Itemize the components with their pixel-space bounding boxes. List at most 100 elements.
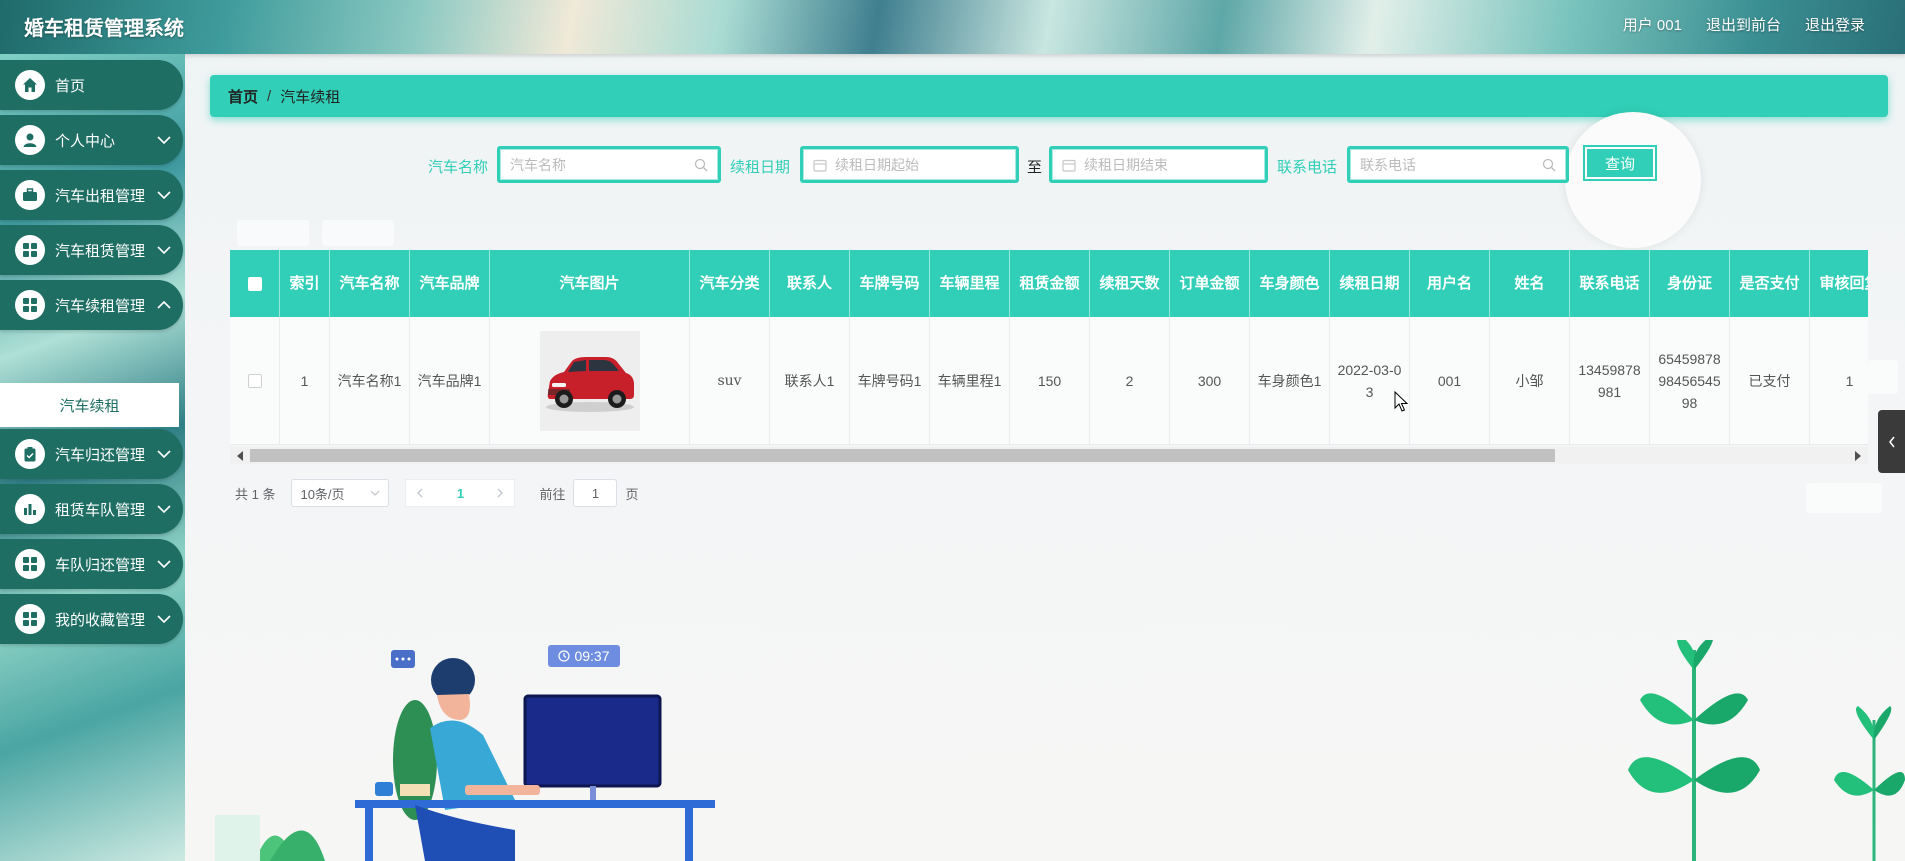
cell-mileage: 车辆里程1 (930, 317, 1010, 445)
chevron-down-icon (157, 505, 171, 513)
horizontal-scrollbar[interactable] (230, 447, 1868, 464)
query-button[interactable]: 查询 (1583, 145, 1657, 181)
sidebar-item-fleet-return[interactable]: 车队归还管理 (0, 539, 183, 589)
data-table: 索引 汽车名称 汽车品牌 汽车图片 汽车分类 联系人 车牌号码 车辆里程 租赁金… (230, 250, 1868, 466)
clock-decoration (1565, 112, 1701, 248)
select-all-checkbox[interactable] (247, 276, 262, 291)
row-select-cell (230, 317, 280, 445)
cell-contact: 联系人1 (770, 317, 850, 445)
column-header[interactable]: 汽车图片 (490, 250, 690, 317)
grid-icon (15, 604, 45, 634)
column-header[interactable]: 车身颜色 (1250, 250, 1330, 317)
logout-link[interactable]: 退出登录 (1805, 14, 1865, 35)
sidebar-item-car-rental-out[interactable]: 汽车出租管理 (0, 170, 183, 220)
calendar-icon (1062, 159, 1076, 172)
column-header[interactable]: 续租日期 (1330, 250, 1410, 317)
sidebar-item-favorites[interactable]: 我的收藏管理 (0, 594, 183, 644)
scrollbar-thumb[interactable] (250, 449, 1555, 462)
column-header[interactable]: 汽车品牌 (410, 250, 490, 317)
renewal-date-start-input[interactable]: 续租日期起始 (800, 146, 1019, 183)
column-header[interactable]: 身份证 (1650, 250, 1730, 317)
collapse-panel-button[interactable] (1878, 410, 1905, 473)
grid-icon (15, 549, 45, 579)
sidebar-item-label: 汽车归还管理 (55, 446, 146, 464)
column-header[interactable]: 订单金额 (1170, 250, 1250, 317)
grid-icon (15, 235, 45, 265)
office-illustration: 09:37 (215, 640, 715, 861)
column-header[interactable]: 续租天数 (1090, 250, 1170, 317)
page-unit-label: 页 (625, 486, 639, 502)
phone-input[interactable]: 联系电话 (1347, 146, 1569, 183)
column-header[interactable]: 是否支付 (1730, 250, 1810, 317)
sidebar-item-car-return[interactable]: 汽车归还管理 (0, 429, 183, 479)
mouse-cursor-icon (1394, 391, 1408, 412)
plant-illustration (1620, 635, 1905, 861)
sidebar-item-label: 我的收藏管理 (55, 611, 146, 629)
goto-page-input[interactable]: 1 (573, 479, 618, 507)
search-icon (1542, 158, 1556, 171)
chevron-down-icon (371, 490, 380, 496)
total-count: 共 1 条 (235, 486, 276, 502)
cell-name: 小邹 (1490, 317, 1570, 445)
page-number[interactable]: 1 (457, 486, 464, 501)
car-name-label: 汽车名称 (428, 159, 489, 176)
chevron-up-icon (157, 301, 171, 309)
car-image[interactable] (539, 330, 640, 431)
phone-label: 联系电话 (1277, 159, 1338, 176)
sidebar-item-personal-center[interactable]: 个人中心 (0, 115, 183, 165)
sidebar: 首页 个人中心 汽车出租管理 汽车租赁管理 汽车续租管理 汽车续租 汽车归还管理 (0, 54, 185, 861)
toolbar-placeholder (322, 220, 394, 246)
decoration (1868, 360, 1898, 394)
column-header[interactable]: 联系电话 (1570, 250, 1650, 317)
chevron-down-icon (157, 560, 171, 568)
cell-index: 1 (280, 317, 330, 445)
column-header[interactable]: 租赁金额 (1010, 250, 1090, 317)
column-header[interactable]: 联系人 (770, 250, 850, 317)
cell-username: 001 (1410, 317, 1490, 445)
current-user: 用户 001 (1622, 17, 1682, 34)
date-range-separator: 至 (1027, 159, 1043, 176)
chevron-down-icon (157, 615, 171, 623)
exit-to-front-link[interactable]: 退出到前台 (1706, 14, 1781, 35)
column-header[interactable]: 车牌号码 (850, 250, 930, 317)
column-header[interactable]: 审核回复 (1810, 250, 1868, 317)
next-page-icon[interactable] (496, 488, 504, 498)
grid-icon (15, 290, 45, 320)
column-header[interactable]: 车辆里程 (930, 250, 1010, 317)
cell-reply: 1 (1810, 317, 1868, 445)
column-header[interactable]: 汽车名称 (330, 250, 410, 317)
scroll-right-icon[interactable] (1855, 451, 1861, 461)
car-name-input[interactable]: 汽车名称 (497, 146, 721, 183)
table-header: 索引 汽车名称 汽车品牌 汽车图片 汽车分类 联系人 车牌号码 车辆里程 租赁金… (230, 250, 1868, 317)
breadcrumb-current: 汽车续租 (280, 88, 341, 106)
column-header[interactable]: 索引 (280, 250, 330, 317)
plant-leaves-illustration (1628, 635, 1905, 861)
chevron-down-icon (157, 246, 171, 254)
cell-car-name: 汽车名称1 (330, 317, 410, 445)
sidebar-subitem-car-renewal[interactable]: 汽车续租 (0, 383, 179, 427)
chevron-down-icon (157, 136, 171, 144)
row-checkbox[interactable] (247, 373, 262, 388)
app-title: 婚车租赁管理系统 (24, 16, 184, 40)
sidebar-item-label: 汽车续租管理 (55, 297, 146, 315)
breadcrumb-home[interactable]: 首页 (228, 86, 258, 107)
column-header[interactable]: 用户名 (1410, 250, 1490, 317)
table-row: 1 汽车名称1 汽车品牌1 suv 联系人1 车牌号码1 车辆里程1 150 2… (230, 317, 1868, 445)
renewal-date-end-input[interactable]: 续租日期结束 (1049, 146, 1268, 183)
column-header[interactable]: 汽车分类 (690, 250, 770, 317)
sidebar-item-car-renewal[interactable]: 汽车续租管理 (0, 280, 183, 330)
sidebar-item-home[interactable]: 首页 (0, 60, 183, 110)
column-header[interactable]: 姓名 (1490, 250, 1570, 317)
renewal-date-label: 续租日期 (730, 159, 791, 176)
page-navigator: 1 (405, 479, 516, 507)
cell-color: 车身颜色1 (1250, 317, 1330, 445)
cell-phone: 13459878981 (1570, 317, 1650, 445)
breadcrumb-separator: / (267, 87, 272, 105)
sidebar-item-fleet-rental[interactable]: 租赁车队管理 (0, 484, 183, 534)
scroll-left-icon[interactable] (237, 451, 243, 461)
sidebar-item-car-leasing[interactable]: 汽车租赁管理 (0, 225, 183, 275)
prev-page-icon[interactable] (416, 488, 424, 498)
pagination: 共 1 条 10条/页 1 前往 1 页 (235, 479, 639, 507)
cell-amount: 300 (1170, 317, 1250, 445)
page-size-select[interactable]: 10条/页 (291, 479, 390, 507)
